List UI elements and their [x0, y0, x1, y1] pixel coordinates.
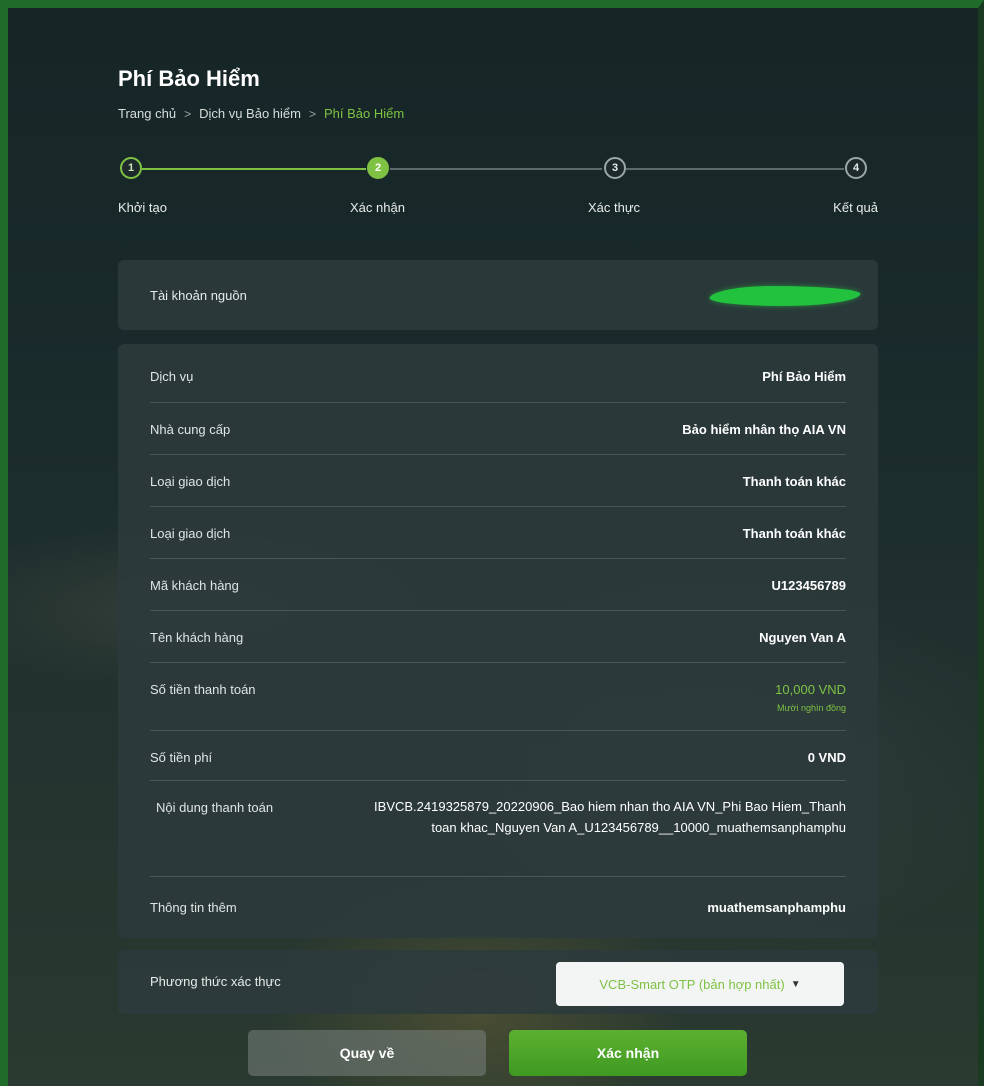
detail-value: Nguyen Van A	[759, 630, 846, 645]
detail-label: Số tiền thanh toán	[150, 682, 256, 697]
step-connector-3	[626, 168, 844, 170]
breadcrumb-home[interactable]: Trang chủ	[118, 106, 176, 121]
authentication-method-label: Phương thức xác thực	[150, 974, 281, 989]
authentication-method-selected: VCB-Smart OTP (bản hợp nhất)	[599, 976, 785, 992]
detail-row: Mã khách hàng U123456789	[150, 558, 846, 611]
detail-value: Thanh toán khác	[742, 526, 846, 541]
transaction-details-card: Dịch vụ Phí Bảo Hiểm Nhà cung cấp Bảo hi…	[118, 344, 878, 938]
step-4-label: Kết quả	[833, 200, 878, 215]
detail-label: Mã khách hàng	[150, 578, 239, 593]
source-account-label: Tài khoản nguồn	[150, 288, 247, 303]
breadcrumb-separator: >	[184, 106, 192, 121]
detail-label: Nhà cung cấp	[150, 422, 231, 437]
breadcrumb-current: Phí Bảo Hiểm	[323, 106, 405, 121]
detail-row: Thông tin thêm muathemsanphamphu	[150, 876, 846, 936]
caret-down-icon: ▼	[790, 978, 801, 990]
step-2-label: Xác nhận	[350, 200, 405, 215]
step-3-label: Xác thực	[588, 200, 641, 215]
step-1-label: Khởi tạo	[118, 200, 167, 215]
progress-stepper: 1 2 3 4 Khởi tạo Xác nhận Xác thực Kết q…	[118, 154, 878, 215]
step-2-circle: 2	[367, 157, 389, 179]
detail-value: U123456789	[771, 578, 846, 593]
authentication-method-select[interactable]: VCB-Smart OTP (bản hợp nhất) ▼	[556, 962, 844, 1006]
step-1-circle: 1	[120, 157, 142, 179]
breadcrumb-insurance-services[interactable]: Dịch vụ Bảo hiểm	[199, 106, 301, 121]
detail-label: Thông tin thêm	[150, 900, 237, 915]
detail-label: Loại giao dịch	[150, 526, 231, 541]
detail-label: Dịch vụ	[150, 369, 194, 384]
redacted-account-number	[707, 286, 863, 306]
detail-label: Số tiền phí	[150, 750, 213, 765]
detail-row: Nội dung thanh toán IBVCB.2419325879_202…	[150, 780, 846, 877]
confirm-button[interactable]: Xác nhận	[509, 1030, 747, 1076]
detail-label: Nội dung thanh toán	[156, 800, 274, 815]
payment-amount: 10,000 VND Mười nghìn đồng	[775, 682, 846, 713]
detail-label: Loại giao dịch	[150, 474, 231, 489]
detail-value: Bảo hiểm nhân thọ AIA VN	[682, 422, 846, 437]
detail-label: Tên khách hàng	[150, 630, 244, 645]
detail-row: Dịch vụ Phí Bảo Hiểm	[150, 344, 846, 403]
app-frame: Phí Bảo Hiểm Trang chủ > Dịch vụ Bảo hiể…	[0, 0, 984, 1086]
step-3-circle: 3	[604, 157, 626, 179]
back-button[interactable]: Quay về	[248, 1030, 486, 1076]
payment-amount-in-words: Mười nghìn đồng	[777, 703, 846, 713]
detail-value: muathemsanphamphu	[707, 900, 846, 915]
breadcrumb-separator: >	[308, 106, 316, 121]
payment-amount-value: 10,000 VND	[775, 682, 846, 697]
source-account-card: Tài khoản nguồn	[118, 260, 878, 330]
step-connector-1	[142, 168, 366, 170]
detail-value: Thanh toán khác	[742, 474, 846, 489]
detail-row: Nhà cung cấp Bảo hiểm nhân thọ AIA VN	[150, 402, 846, 455]
detail-row: Số tiền phí 0 VND	[150, 730, 846, 781]
detail-value: 0 VND	[807, 750, 846, 765]
detail-row: Loại giao dịch Thanh toán khác	[150, 454, 846, 507]
payment-description: IBVCB.2419325879_20220906_Bao hiem nhan …	[374, 799, 846, 835]
page-title: Phí Bảo Hiểm	[118, 66, 260, 91]
detail-value: Phí Bảo Hiểm	[762, 369, 846, 384]
breadcrumb: Trang chủ > Dịch vụ Bảo hiểm > Phí Bảo H…	[118, 106, 404, 121]
authentication-method-card: Phương thức xác thực VCB-Smart OTP (bản …	[118, 950, 878, 1014]
step-4-circle: 4	[845, 157, 867, 179]
step-connector-2	[390, 168, 602, 170]
detail-row: Loại giao dịch Thanh toán khác	[150, 506, 846, 559]
detail-row: Tên khách hàng Nguyen Van A	[150, 610, 846, 663]
detail-row: Số tiền thanh toán 10,000 VND Mười nghìn…	[150, 662, 846, 731]
